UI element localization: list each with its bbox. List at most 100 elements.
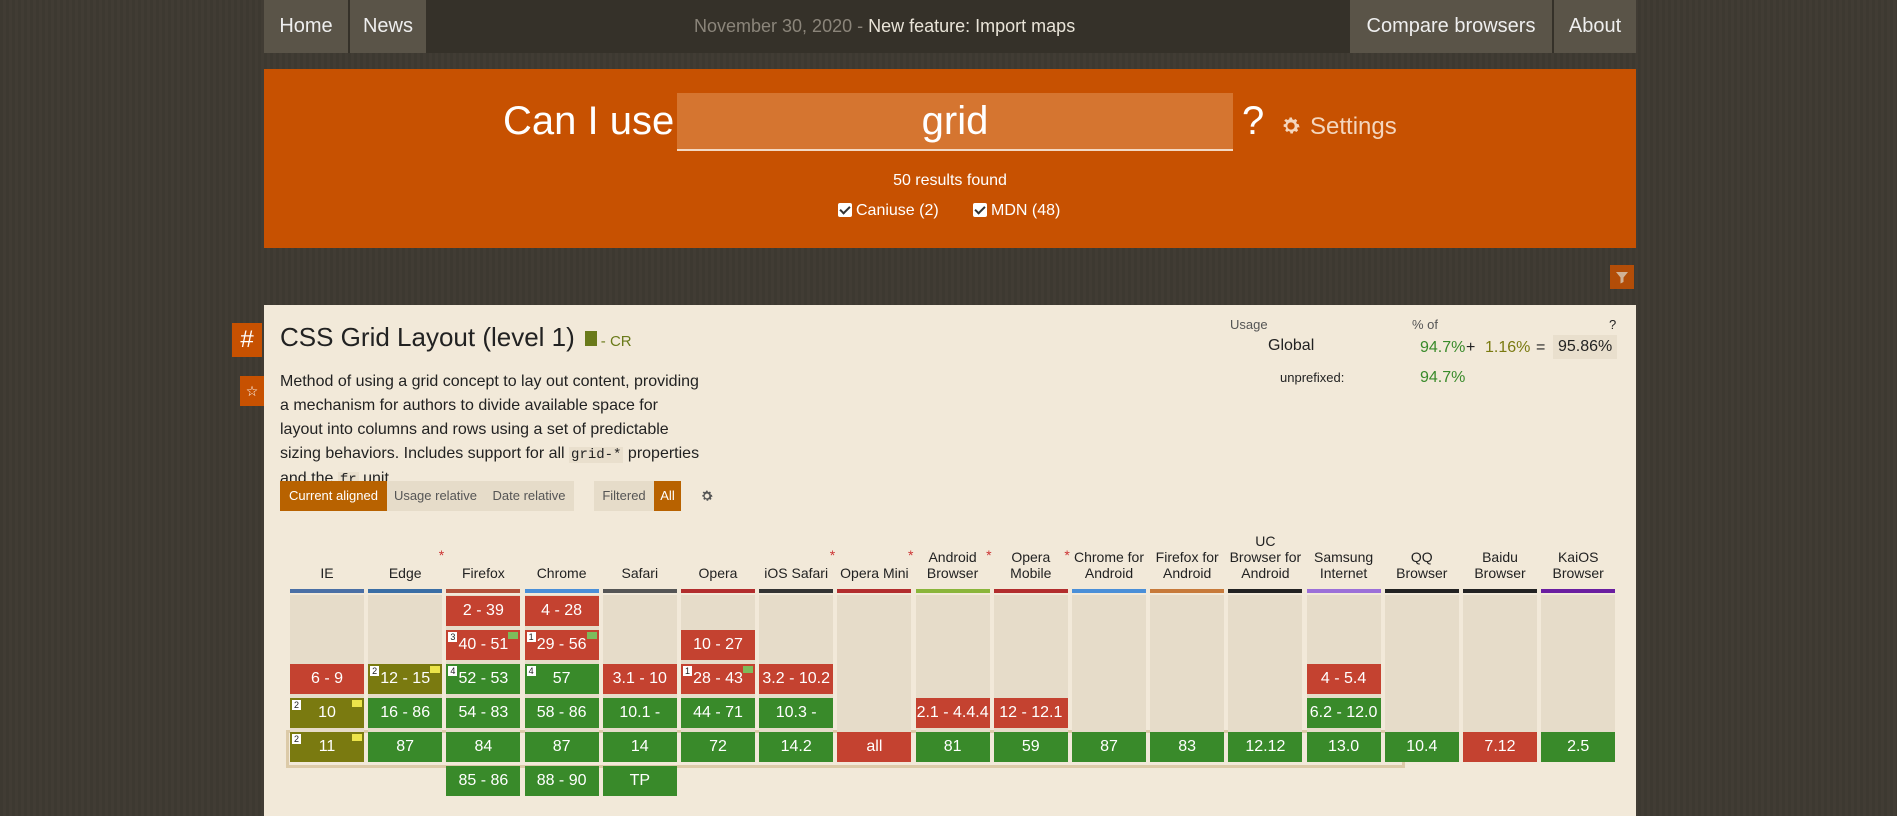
browser-name[interactable]: QQ Browser xyxy=(1385,549,1459,581)
support-cell[interactable]: 6.2 - 12.0 xyxy=(1306,698,1381,728)
support-cell[interactable]: 10.4 xyxy=(1384,732,1459,762)
version-label: 2.5 xyxy=(1567,738,1590,755)
browser-name[interactable]: Baidu Browser xyxy=(1463,549,1537,581)
nav-home-link[interactable]: Home xyxy=(264,0,348,53)
nav-compare-link[interactable]: Compare browsers xyxy=(1350,0,1552,53)
gear-icon[interactable] xyxy=(700,489,714,503)
filter-toggle-button[interactable] xyxy=(1610,265,1634,289)
feature-title[interactable]: CSS Grid Layout (level 1) - CR xyxy=(280,322,632,353)
browser-name[interactable]: Android Browser xyxy=(916,549,990,581)
support-cell[interactable]: 10.1 - 13.1 xyxy=(602,698,677,751)
note-asterisk[interactable]: * xyxy=(1064,547,1069,563)
support-cell[interactable]: 6 - 9 xyxy=(290,664,364,694)
support-cell[interactable]: 59 xyxy=(993,732,1068,762)
support-cell[interactable]: 85 - 86 xyxy=(446,766,521,796)
support-cell[interactable]: 57 4 xyxy=(524,664,599,694)
version-label: 54 - 83 xyxy=(458,704,509,721)
filter-mdn[interactable]: MDN (48) xyxy=(973,202,1060,220)
browser-name[interactable]: Opera Mobile xyxy=(994,549,1068,581)
browser-name[interactable]: KaiOS Browser xyxy=(1541,549,1615,581)
note-asterisk[interactable]: * xyxy=(830,547,835,563)
feature-title-text[interactable]: CSS Grid Layout (level 1) xyxy=(280,322,575,352)
support-cell[interactable]: 3.2 - 10.2 xyxy=(759,664,834,694)
spec-status[interactable]: - CR xyxy=(601,333,632,350)
usage-pct-of: % of xyxy=(1412,317,1439,332)
support-cell[interactable]: 2.1 - 4.4.4 xyxy=(915,698,990,728)
support-cell[interactable]: 13.0 xyxy=(1306,732,1381,762)
tab-current-aligned[interactable]: Current aligned xyxy=(280,481,387,511)
note-asterisk[interactable]: * xyxy=(439,547,444,563)
version-label: 87 xyxy=(552,738,571,755)
support-cell[interactable]: 72 xyxy=(681,732,755,762)
support-cell[interactable]: 83 xyxy=(1150,732,1225,762)
browser-name[interactable]: Chrome xyxy=(525,565,599,581)
note-asterisk[interactable]: * xyxy=(986,547,991,563)
browser-name[interactable]: Firefox for Android xyxy=(1150,549,1224,581)
support-cell[interactable]: 54 - 83 xyxy=(446,698,521,728)
star-icon[interactable]: ☆ xyxy=(240,376,264,406)
tab-filtered[interactable]: Filtered xyxy=(594,481,654,511)
support-cell[interactable]: 87 xyxy=(524,732,599,762)
support-cell[interactable]: 29 - 56 1 xyxy=(524,630,599,660)
note-asterisk[interactable]: * xyxy=(908,547,913,563)
document-icon[interactable] xyxy=(584,331,597,346)
browser-name[interactable]: UC Browser for Android xyxy=(1228,533,1302,581)
permalink-hash-button[interactable]: # xyxy=(232,323,262,357)
support-cell[interactable]: 14.2 xyxy=(759,732,834,762)
checkbox-checked-icon[interactable] xyxy=(838,203,852,217)
support-cell[interactable]: 87 xyxy=(1072,732,1146,762)
settings-button[interactable]: Settings xyxy=(1280,113,1397,141)
support-cell[interactable]: 2 - 39 xyxy=(446,596,521,626)
browser-name[interactable]: Edge xyxy=(368,565,442,581)
support-cell[interactable]: all xyxy=(837,732,912,762)
browser-name[interactable]: Safari xyxy=(603,565,677,581)
browser-name[interactable]: IE xyxy=(290,565,364,581)
support-cell[interactable]: 4 - 28 xyxy=(524,596,599,626)
support-cell[interactable]: 3.1 - 10 xyxy=(602,664,677,694)
support-cell[interactable]: 87 xyxy=(368,732,443,762)
support-cell[interactable]: 12 - 12.1 xyxy=(993,698,1068,728)
tab-usage-relative[interactable]: Usage relative xyxy=(387,481,484,511)
news-title[interactable]: New feature: Import maps xyxy=(868,16,1075,36)
support-cell[interactable]: 7.12 xyxy=(1463,732,1537,762)
support-cell[interactable]: 14 xyxy=(602,732,677,762)
tab-all[interactable]: All xyxy=(654,481,681,511)
support-cell[interactable]: 81 xyxy=(915,732,990,762)
support-cell[interactable]: 10.3 - 13.7 xyxy=(759,698,834,751)
support-cell[interactable]: 40 - 51 3 xyxy=(446,630,521,660)
tab-date-relative[interactable]: Date relative xyxy=(484,481,574,511)
support-cell[interactable]: 12.12 xyxy=(1228,732,1303,762)
support-cell[interactable]: 16 - 86 xyxy=(368,698,443,728)
support-cell[interactable]: 52 - 53 4 xyxy=(446,664,521,694)
support-cell[interactable]: 11 2 xyxy=(290,732,364,762)
support-cell[interactable]: 10 2 xyxy=(290,698,364,728)
desc-code-grid: grid-* xyxy=(569,447,624,463)
version-label: all xyxy=(866,738,883,755)
support-cell[interactable]: 44 - 71 xyxy=(681,698,755,728)
browser-name[interactable]: Samsung Internet xyxy=(1307,549,1381,581)
usage-help[interactable]: ? xyxy=(1609,317,1616,332)
filter-caniuse[interactable]: Caniuse (2) xyxy=(838,202,939,220)
browser-name[interactable]: Opera xyxy=(681,565,755,581)
news-ticker[interactable]: November 30, 2020 - New feature: Import … xyxy=(694,0,1075,53)
support-cell[interactable]: 12 - 15 2 xyxy=(368,664,443,694)
browser-name[interactable]: iOS Safari xyxy=(759,565,833,581)
support-cell[interactable]: 4 - 5.4 xyxy=(1306,664,1381,694)
support-cell[interactable]: 10 - 27 xyxy=(681,630,755,660)
support-cell[interactable]: 2.5 xyxy=(1541,732,1616,762)
nav-news-link[interactable]: News xyxy=(350,0,426,53)
checkbox-checked-icon[interactable] xyxy=(973,203,987,217)
support-cell[interactable]: 84 xyxy=(446,732,521,762)
search-input[interactable] xyxy=(677,93,1233,151)
version-label: 7.12 xyxy=(1484,738,1516,755)
support-cell[interactable]: 88 - 90 xyxy=(524,766,599,796)
support-cell[interactable]: 58 - 86 xyxy=(524,698,599,728)
browser-name[interactable]: Opera Mini xyxy=(837,565,911,581)
browser-color-bar xyxy=(290,589,364,593)
nav-about-link[interactable]: About xyxy=(1554,0,1636,53)
support-cell[interactable]: TP xyxy=(602,766,677,796)
help-question-mark[interactable]: ? xyxy=(1242,99,1264,144)
browser-name[interactable]: Firefox xyxy=(446,565,520,581)
support-cell[interactable]: 28 - 43 1 xyxy=(681,664,755,694)
browser-name[interactable]: Chrome for Android xyxy=(1072,549,1146,581)
